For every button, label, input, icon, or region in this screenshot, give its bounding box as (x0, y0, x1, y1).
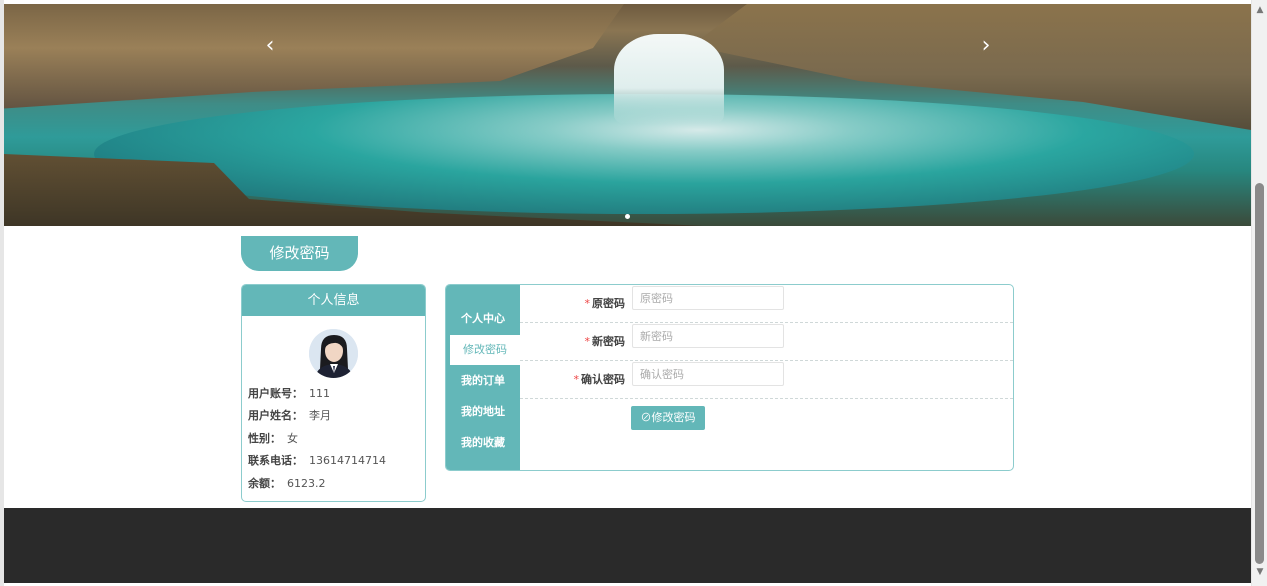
old-password-input[interactable] (632, 286, 784, 310)
profile-field-name: 用户姓名： 李月 (248, 405, 423, 427)
old-password-label: * 原密码 (585, 285, 626, 323)
required-mark: * (584, 335, 591, 348)
profile-field-value: 李月 (309, 409, 331, 423)
scroll-up-arrow-icon[interactable]: ▲ (1252, 2, 1267, 18)
form-row-new-password: * 新密码 (520, 323, 1013, 361)
profile-field-balance: 余额： 6123.2 (248, 473, 423, 495)
profile-card: 个人信息 用户账号： 111 用户姓名： 李月 性别： 女 联系电话： 13614714… (241, 284, 426, 502)
profile-field-account: 用户账号： 111 (248, 383, 423, 405)
profile-field-gender: 性别： 女 (248, 428, 423, 450)
profile-field-key: 用户账号： (248, 387, 303, 400)
chevron-right-icon[interactable]: › (974, 32, 998, 60)
banner-carousel: ‹ › (4, 4, 1251, 226)
page-footer (4, 508, 1251, 583)
page-title: 修改密码 (241, 236, 358, 271)
profile-field-value: 女 (287, 431, 298, 445)
confirm-password-label-text: 确认密码 (581, 373, 625, 386)
avatar (309, 329, 358, 378)
new-password-input[interactable] (632, 324, 784, 348)
password-panel: 个人中心 修改密码 我的订单 我的地址 我的收藏 * 原密码 * 新密码 * 确认密码 (445, 284, 1014, 471)
required-mark: * (584, 297, 591, 310)
profile-field-key: 联系电话： (248, 454, 303, 468)
profile-field-value: 6123.2 (287, 476, 326, 490)
old-password-label-text: 原密码 (592, 297, 625, 310)
chevron-left-icon[interactable]: ‹ (258, 32, 282, 60)
profile-card-header: 个人信息 (242, 285, 425, 316)
scrollbar-thumb[interactable] (1255, 183, 1264, 564)
new-password-label: * 新密码 (585, 323, 626, 361)
profile-field-key: 用户姓名： (248, 409, 303, 423)
profile-field-key: 性别： (248, 431, 281, 445)
carousel-indicator-dot[interactable] (625, 214, 630, 219)
nav-item-change-password[interactable]: 修改密码 (450, 335, 520, 365)
confirm-password-input[interactable] (632, 362, 784, 386)
nav-item-personal-center[interactable]: 个人中心 (446, 304, 520, 334)
profile-field-phone: 联系电话： 13614714714 (248, 450, 423, 472)
change-password-submit-button[interactable]: ⊘修改密码 (631, 406, 705, 430)
profile-field-value: 13614714714 (309, 454, 386, 468)
required-mark: * (573, 373, 580, 386)
avatar-portrait-icon (309, 329, 358, 378)
nav-item-my-addresses[interactable]: 我的地址 (446, 397, 520, 427)
profile-field-key: 余额： (248, 476, 281, 490)
confirm-password-label: * 确认密码 (574, 361, 626, 399)
profile-field-value: 111 (309, 387, 330, 400)
vertical-scrollbar[interactable]: ▲ ▼ (1251, 0, 1267, 586)
profile-info-list: 用户账号： 111 用户姓名： 李月 性别： 女 联系电话： 13614714714 余… (248, 383, 423, 495)
form-row-confirm-password: * 确认密码 (520, 361, 1013, 399)
nav-item-my-favorites[interactable]: 我的收藏 (446, 428, 520, 458)
banner-image-waterfall (614, 34, 724, 124)
user-side-nav: 个人中心 修改密码 我的订单 我的地址 我的收藏 (446, 285, 520, 470)
scroll-down-arrow-icon[interactable]: ▼ (1252, 564, 1267, 580)
form-row-old-password: * 原密码 (520, 285, 1013, 323)
new-password-label-text: 新密码 (592, 335, 625, 348)
nav-item-my-orders[interactable]: 我的订单 (446, 366, 520, 396)
